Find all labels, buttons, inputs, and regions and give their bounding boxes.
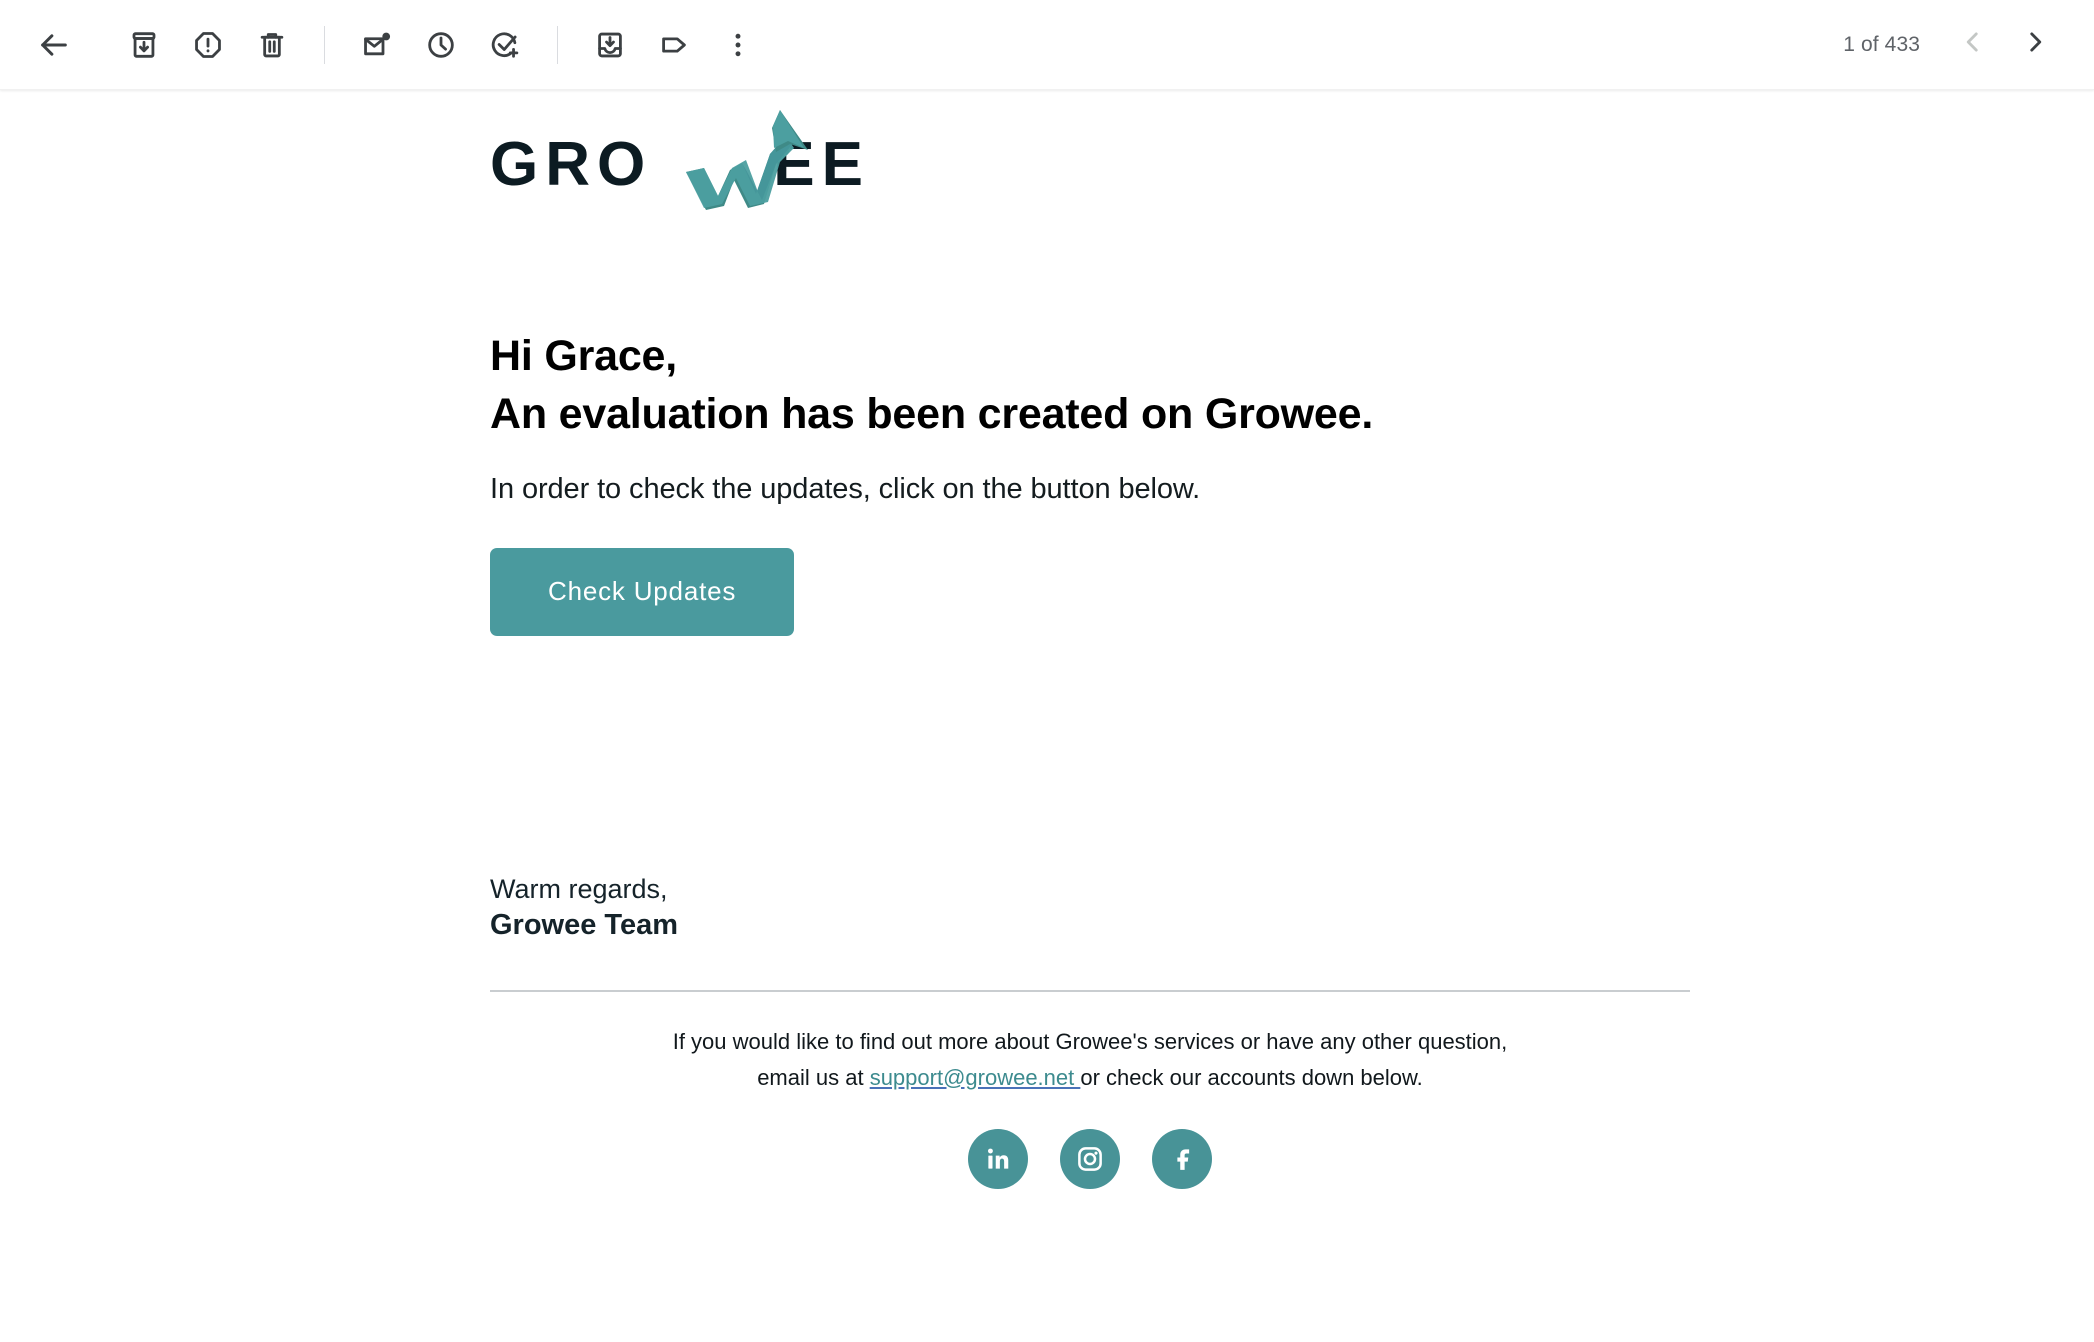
email-signoff: Warm regards, Growee Team <box>490 872 2094 944</box>
footer-line-2: email us at support@growee.net or check … <box>490 1060 1690 1096</box>
chevron-right-icon <box>2022 29 2048 60</box>
support-email-link[interactable]: support@growee.net <box>870 1065 1081 1090</box>
facebook-icon <box>1167 1144 1197 1174</box>
growth-arrow-icon <box>684 108 809 213</box>
toolbar-divider-2 <box>557 25 558 64</box>
back-button[interactable] <box>22 13 86 77</box>
more-options-icon <box>722 29 754 61</box>
more-options-button[interactable] <box>706 13 770 77</box>
growee-logo: GROWWEE <box>490 110 910 220</box>
footer-line-1: If you would like to find out more about… <box>672 1028 1508 1054</box>
delete-icon <box>256 29 288 61</box>
report-spam-button[interactable] <box>176 13 240 77</box>
snooze-icon <box>425 29 457 61</box>
delete-button[interactable] <box>240 13 304 77</box>
back-icon <box>37 28 71 62</box>
greeting-line-2: An evaluation has been created on Growee… <box>490 389 1374 438</box>
snooze-button[interactable] <box>409 13 473 77</box>
email-body: GROWWEE Hi Grace, An evaluation has been… <box>0 110 2094 1342</box>
email-footer-note: If you would like to find out more about… <box>490 1024 1690 1095</box>
email-toolbar: 1 of 433 <box>0 0 2094 90</box>
toolbar-divider-1 <box>324 25 325 64</box>
instagram-link[interactable] <box>1060 1129 1120 1190</box>
greeting-line-1: Hi Grace, <box>490 332 678 380</box>
mark-unread-icon <box>361 29 393 61</box>
add-to-tasks-button[interactable] <box>473 13 537 77</box>
add-to-tasks-icon <box>489 29 521 61</box>
pager-next-button[interactable] <box>2004 14 2066 76</box>
archive-button[interactable] <box>112 13 176 77</box>
footer-divider <box>490 989 1690 992</box>
move-to-inbox-icon <box>594 29 626 61</box>
facebook-link[interactable] <box>1152 1129 1212 1190</box>
logo-wordmark: GROWWEE <box>490 134 870 196</box>
report-spam-icon <box>192 29 224 61</box>
signoff-line-1: Warm regards, <box>490 874 668 905</box>
mark-unread-button[interactable] <box>345 13 409 77</box>
linkedin-icon <box>983 1144 1013 1174</box>
pager-count: 1 of 433 <box>1843 32 1920 56</box>
pager-prev-button[interactable] <box>1942 14 2004 76</box>
label-icon <box>658 29 690 61</box>
footer-line-2-prefix: email us at <box>757 1064 870 1090</box>
archive-icon <box>128 29 160 61</box>
email-greeting: Hi Grace, An evaluation has been created… <box>490 328 2094 443</box>
pager: 1 of 433 <box>1843 14 2066 76</box>
linkedin-link[interactable] <box>968 1129 1028 1190</box>
logo-text-left: GRO <box>490 130 653 199</box>
signoff-line-2: Growee Team <box>490 908 679 941</box>
move-to-inbox-button[interactable] <box>578 13 642 77</box>
label-button[interactable] <box>642 13 706 77</box>
footer-line-2-suffix: or check our accounts down below. <box>1080 1064 1423 1090</box>
check-updates-button[interactable]: Check Updates <box>490 548 795 637</box>
email-lede: In order to check the updates, click on … <box>490 473 1201 506</box>
social-links <box>490 1129 1690 1190</box>
instagram-icon <box>1075 1144 1105 1174</box>
chevron-left-icon <box>1960 29 1986 60</box>
